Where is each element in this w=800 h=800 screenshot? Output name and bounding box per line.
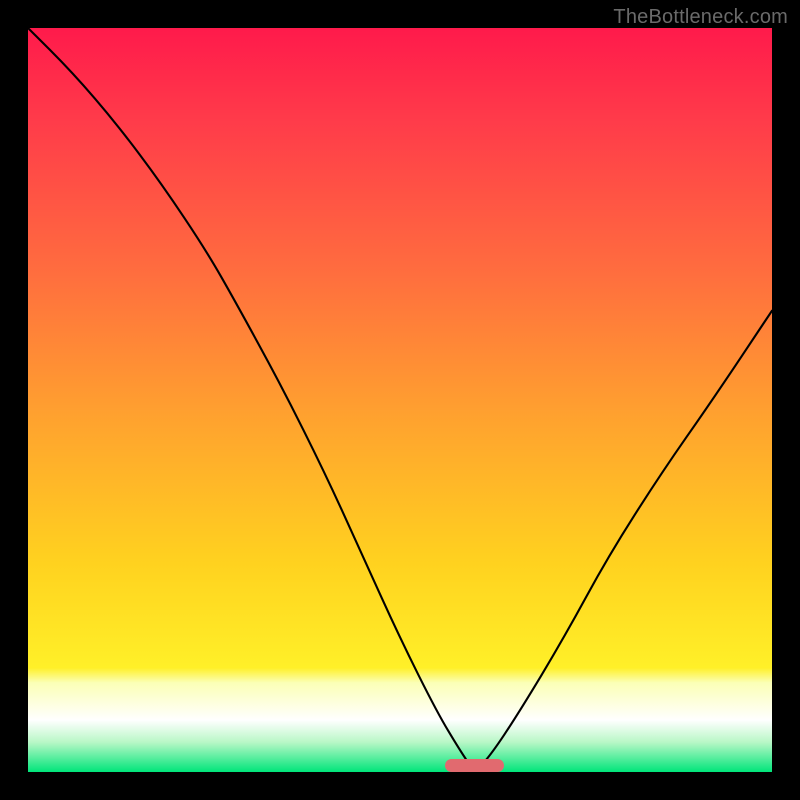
curve-layer <box>28 28 772 772</box>
attribution-label: TheBottleneck.com <box>613 6 788 29</box>
zero-bottleneck-marker <box>445 759 505 772</box>
plot-area <box>28 28 772 772</box>
chart-frame: TheBottleneck.com <box>0 0 800 800</box>
bottleneck-curve <box>28 28 772 768</box>
